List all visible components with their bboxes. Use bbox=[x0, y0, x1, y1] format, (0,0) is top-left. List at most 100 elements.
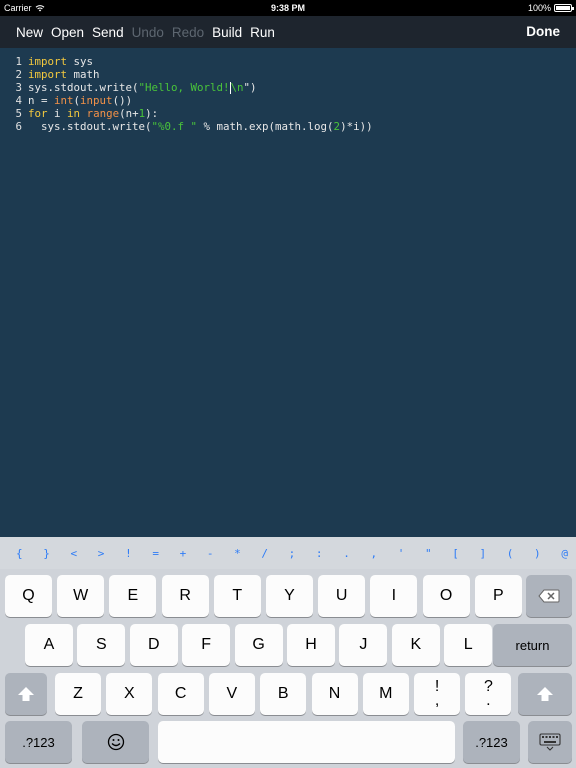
code-token: \n bbox=[230, 81, 244, 94]
key-l[interactable]: L bbox=[444, 624, 493, 666]
shift-icon bbox=[537, 687, 553, 701]
battery-group: 100% bbox=[528, 3, 574, 13]
symbol-key[interactable]: [ bbox=[452, 547, 459, 560]
new-button[interactable]: New bbox=[16, 25, 43, 40]
shift-icon bbox=[18, 687, 34, 701]
symbol-key[interactable]: ( bbox=[507, 547, 514, 560]
space-key[interactable] bbox=[158, 721, 455, 763]
code-token: i bbox=[47, 107, 68, 120]
run-button[interactable]: Run bbox=[250, 25, 275, 40]
symbol-bar: {} < >! = + - * /;:., ' " [] () @ bbox=[0, 537, 576, 569]
done-button[interactable]: Done bbox=[526, 24, 560, 39]
key-t[interactable]: T bbox=[213, 575, 261, 617]
return-key[interactable]: return bbox=[493, 624, 572, 666]
shift-right-key[interactable] bbox=[518, 673, 572, 715]
key-h[interactable]: H bbox=[287, 624, 335, 666]
keyboard-dismiss-icon bbox=[539, 733, 561, 751]
symbol-key[interactable]: ' bbox=[398, 547, 405, 560]
code-token: ") bbox=[243, 81, 257, 94]
symbol-key[interactable]: , bbox=[370, 547, 377, 560]
code-text: sys.stdout.write("%0.f " % math.exp(math… bbox=[28, 120, 373, 133]
keyboard-dismiss-key[interactable] bbox=[528, 721, 572, 763]
key-o[interactable]: O bbox=[422, 575, 470, 617]
key-exclaim-comma[interactable]: ! , bbox=[414, 673, 461, 715]
key-k[interactable]: K bbox=[391, 624, 440, 666]
key-u[interactable]: U bbox=[318, 575, 366, 617]
backspace-key[interactable] bbox=[526, 575, 572, 617]
on-screen-keyboard: Q W E R T Y U I O P A S D F G H J K Lreturn Z X C V B N M! ,? ..?… bbox=[0, 569, 576, 768]
symbol-key[interactable]: . bbox=[343, 547, 350, 560]
symbol-key[interactable]: < bbox=[71, 547, 78, 560]
symbol-key[interactable]: * bbox=[234, 547, 241, 560]
symbol-key[interactable]: > bbox=[98, 547, 105, 560]
code-token: sys bbox=[67, 55, 94, 68]
symbol-key[interactable]: } bbox=[43, 547, 50, 560]
line-number: 6 bbox=[15, 120, 22, 133]
key-question-period[interactable]: ? . bbox=[465, 673, 512, 715]
symbol-key[interactable]: { bbox=[16, 547, 23, 560]
symbol-key[interactable]: ] bbox=[480, 547, 487, 560]
key-s[interactable]: S bbox=[77, 624, 126, 666]
code-token: (n+ bbox=[119, 107, 139, 120]
code-text: sys.stdout.write("Hello, World!\n") bbox=[28, 81, 257, 94]
key-n[interactable]: N bbox=[311, 673, 358, 715]
symbol-key[interactable]: + bbox=[180, 547, 187, 560]
emoji-key[interactable] bbox=[82, 721, 149, 763]
numbers-key-right[interactable]: .?123 bbox=[463, 721, 520, 763]
undo-button[interactable]: Undo bbox=[132, 25, 164, 40]
shift-left-key[interactable] bbox=[5, 673, 47, 715]
open-button[interactable]: Open bbox=[51, 25, 84, 40]
key-c[interactable]: C bbox=[157, 673, 204, 715]
key-f[interactable]: F bbox=[182, 624, 231, 666]
key-z[interactable]: Z bbox=[55, 673, 101, 715]
redo-button[interactable]: Redo bbox=[172, 25, 204, 40]
key-p[interactable]: P bbox=[474, 575, 522, 617]
code-editor[interactable]: 1 import sys 2 import math 3 sys.stdout.write… bbox=[0, 48, 576, 537]
key-d[interactable]: D bbox=[129, 624, 178, 666]
symbol-key[interactable]: - bbox=[207, 547, 214, 560]
key-m[interactable]: M bbox=[362, 673, 409, 715]
code-line[interactable]: 5 for i in range(n+1): bbox=[0, 107, 576, 120]
key-e[interactable]: E bbox=[109, 575, 157, 617]
key-q[interactable]: Q bbox=[5, 575, 52, 617]
build-button[interactable]: Build bbox=[212, 25, 242, 40]
symbol-key[interactable]: ; bbox=[289, 547, 296, 560]
symbol-key[interactable]: @ bbox=[561, 547, 568, 560]
code-token: sys.stdout.write( bbox=[28, 120, 152, 133]
battery-icon bbox=[554, 4, 574, 12]
numbers-key-left[interactable]: .?123 bbox=[5, 721, 72, 763]
key-a[interactable]: A bbox=[25, 624, 73, 666]
code-token: ): bbox=[145, 107, 159, 120]
key-i[interactable]: I bbox=[370, 575, 418, 617]
code-line[interactable]: 3 sys.stdout.write("Hello, World!\n") bbox=[0, 81, 576, 94]
code-token: "Hello, World! bbox=[138, 81, 230, 94]
key-j[interactable]: J bbox=[339, 624, 388, 666]
code-token: sys.stdout.write( bbox=[28, 81, 139, 94]
send-button[interactable]: Send bbox=[92, 25, 124, 40]
symbol-key[interactable]: ) bbox=[534, 547, 541, 560]
key-v[interactable]: V bbox=[208, 673, 255, 715]
code-line[interactable]: 2 import math bbox=[0, 68, 576, 81]
symbol-key[interactable]: ! bbox=[125, 547, 132, 560]
key-r[interactable]: R bbox=[161, 575, 209, 617]
symbol-key[interactable]: = bbox=[152, 547, 159, 560]
backspace-icon bbox=[538, 589, 560, 603]
code-text: n = int(input()) bbox=[28, 94, 132, 107]
code-line[interactable]: 4 n = int(input()) bbox=[0, 94, 576, 107]
status-bar: Carrier 9:38 PM 100% bbox=[0, 0, 576, 16]
symbol-key[interactable]: " bbox=[425, 547, 432, 560]
emoji-icon bbox=[107, 733, 124, 751]
key-g[interactable]: G bbox=[234, 624, 283, 666]
key-y[interactable]: Y bbox=[266, 575, 313, 617]
line-number: 3 bbox=[15, 81, 22, 94]
code-line[interactable]: 1 import sys bbox=[0, 55, 576, 68]
code-text: import sys bbox=[28, 55, 93, 68]
code-line[interactable]: 6 sys.stdout.write("%0.f " % math.exp(ma… bbox=[0, 120, 576, 133]
key-x[interactable]: X bbox=[106, 673, 153, 715]
key-w[interactable]: W bbox=[57, 575, 105, 617]
key-b[interactable]: B bbox=[260, 673, 307, 715]
code-token: int bbox=[54, 94, 74, 107]
symbol-key[interactable]: / bbox=[261, 547, 268, 560]
symbol-key[interactable]: : bbox=[316, 547, 323, 560]
line-number: 4 bbox=[15, 94, 22, 107]
